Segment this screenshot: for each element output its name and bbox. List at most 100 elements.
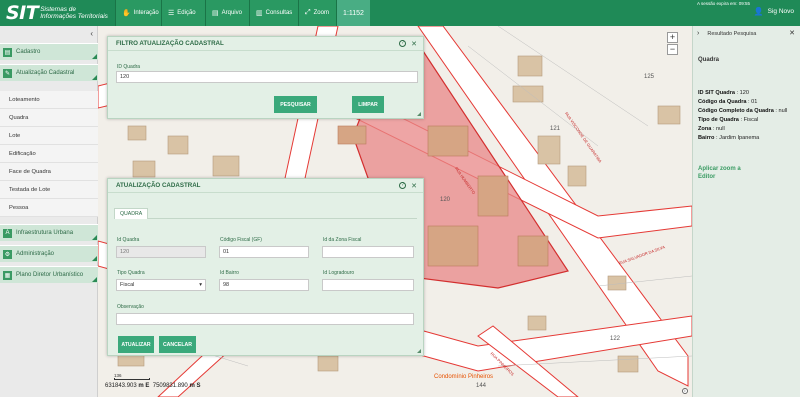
user-icon: 👤	[753, 7, 764, 16]
codigo-fiscal-label: Código Fiscal (GF)	[220, 237, 262, 243]
cancelar-button[interactable]: CANCELAR	[159, 336, 196, 353]
id-bairro-label: Id Bairro	[220, 270, 239, 276]
zoom-in-button[interactable]: +	[667, 32, 678, 43]
scale-bar: 136	[114, 373, 150, 380]
id-quadra-label: ID Quadra	[117, 64, 141, 70]
resize-handle[interactable]	[417, 112, 421, 116]
sidebar-sub-face-quadra[interactable]: Face de Quadra	[0, 163, 98, 181]
zoom-out-button[interactable]: −	[667, 44, 678, 55]
tipo-quadra-select[interactable]: Fiscal ▾	[116, 279, 206, 291]
building-shape	[477, 175, 509, 217]
list-icon: ☰	[168, 10, 175, 17]
toolbar-interacao[interactable]: ✋ Interação	[115, 0, 161, 26]
zoom-editor-link[interactable]: Aplicar zoom a Editor	[698, 165, 758, 181]
building-shape	[212, 155, 240, 177]
atualizar-button[interactable]: ATUALIZAR	[118, 336, 154, 353]
building-shape	[132, 160, 156, 178]
toolbar-consultas[interactable]: ▥ Consultas	[249, 0, 298, 26]
result-row: ID SIT Quadra : 120	[698, 90, 750, 96]
map-label-125: 125	[644, 74, 655, 80]
sidebar-collapse-icon[interactable]: ‹	[90, 29, 93, 38]
sidebar-item-infra[interactable]: A Infraestrutura Urbana	[0, 224, 98, 241]
sidebar-sub-testada[interactable]: Testada de Lote	[0, 181, 98, 199]
limpar-button[interactable]: LIMPAR	[352, 96, 384, 113]
building-shape	[427, 125, 469, 157]
building-shape	[127, 125, 147, 141]
sidebar-item-cadastro[interactable]: ▤ Cadastro	[0, 43, 98, 60]
session-timer: A sessão expira em: 09:55	[696, 1, 750, 6]
building-shape	[167, 135, 189, 155]
building-icon: ▦	[3, 270, 12, 280]
filtro-title: FILTRO ATUALIZAÇÃO CADASTRAL	[108, 37, 423, 51]
logo-main: SIT	[6, 2, 39, 24]
result-row: Bairro : Jardim Ipanema	[698, 135, 760, 141]
sidebar-item-admin[interactable]: ⚙ Administração	[0, 245, 98, 262]
attribution-icon[interactable]: i	[682, 388, 688, 394]
result-panel: › Resultado Pesquisa ✕ Quadra ID SIT Qua…	[692, 26, 800, 397]
building-shape	[527, 315, 547, 331]
toolbar-arquivo[interactable]: ▤ Arquivo	[205, 0, 249, 26]
map-label-122: 122	[610, 336, 621, 342]
building-shape	[512, 85, 544, 103]
chevron-right-icon[interactable]: ›	[697, 30, 699, 37]
id-logradouro-label: Id Logradouro	[323, 270, 355, 276]
cadastro-icon: ▤	[3, 47, 12, 57]
id-quadra-field: 120	[116, 246, 206, 258]
sidebar-item-plano[interactable]: ▦ Plano Diretor Urbanístico	[0, 266, 98, 283]
building-shape	[317, 355, 339, 372]
sidebar-sub-pessoa[interactable]: Pessoa	[0, 199, 98, 217]
sidebar-sub-quadra[interactable]: Quadra	[0, 109, 98, 127]
atualizacao-title: ATUALIZAÇÃO CADASTRAL	[108, 179, 423, 193]
close-icon[interactable]: ✕	[411, 40, 417, 48]
chevron-down-icon: ▾	[199, 282, 202, 288]
filtro-panel: FILTRO ATUALIZAÇÃO CADASTRAL ? ✕ ID Quad…	[107, 36, 424, 119]
codigo-fiscal-field[interactable]: 01	[219, 246, 309, 258]
toolbar-edicao[interactable]: ☰ Edição	[161, 0, 205, 26]
resize-handle[interactable]	[417, 349, 421, 353]
id-zona-label: Id da Zona Fiscal	[323, 237, 362, 243]
id-zona-field[interactable]	[322, 246, 414, 258]
building-shape	[517, 55, 543, 77]
map-label-121: 121	[550, 126, 561, 132]
gear-icon: ⚙	[3, 249, 12, 259]
coordinate-readout: 631843.903 m E 7509831.890 m S	[105, 383, 201, 389]
top-bar: SIT Sistemas de Informações Territoriais…	[0, 0, 800, 26]
id-quadra-label: Id Quadra	[117, 237, 140, 243]
map-label-120: 120	[440, 197, 451, 203]
sidebar: ‹ ▤ Cadastro ✎ Atualização Cadastral Lotea…	[0, 26, 98, 397]
hand-icon: ✋	[122, 10, 131, 17]
pesquisar-button[interactable]: PESQUISAR	[274, 96, 317, 113]
sidebar-sub-loteamento[interactable]: Loteamento	[0, 91, 98, 109]
result-row: Código Completo da Quadra : null	[698, 108, 788, 114]
user-menu[interactable]: 👤 Sig Novo	[754, 7, 794, 16]
scale-display[interactable]: 1:1152	[336, 0, 370, 26]
road-icon: A	[3, 228, 12, 238]
building-shape	[517, 235, 549, 267]
building-shape	[337, 125, 367, 145]
id-bairro-field[interactable]: 98	[219, 279, 309, 291]
close-icon[interactable]: ✕	[789, 29, 795, 37]
building-shape	[657, 105, 681, 125]
result-row: Tipo de Quadra : Fiscal	[698, 117, 759, 123]
toolbar-zoom[interactable]: ⤢ Zoom	[298, 0, 336, 26]
close-icon[interactable]: ✕	[411, 182, 417, 190]
help-icon[interactable]: ?	[399, 40, 407, 47]
help-icon[interactable]: ?	[399, 182, 407, 189]
app-logo: SIT Sistemas de Informações Territoriais	[6, 2, 108, 24]
result-row: Código da Quadra : 01	[698, 99, 758, 105]
building-shape	[617, 355, 639, 373]
tab-quadra[interactable]: QUADRA	[114, 208, 149, 219]
file-icon: ▤	[212, 10, 219, 17]
result-header: › Resultado Pesquisa	[697, 30, 757, 37]
building-shape	[537, 135, 561, 165]
id-quadra-input[interactable]: 120	[116, 71, 418, 83]
sidebar-sub-lote[interactable]: Lote	[0, 127, 98, 145]
sidebar-sub-edificacao[interactable]: Edificação	[0, 145, 98, 163]
observacao-field[interactable]	[116, 313, 414, 325]
sidebar-item-atualizacao[interactable]: ✎ Atualização Cadastral	[0, 64, 98, 81]
map-label-condominio: Condomínio Pinheiros	[434, 374, 494, 380]
zoom-expand-icon: ⤢	[305, 9, 311, 16]
building-shape	[567, 165, 587, 187]
map-label-144: 144	[476, 383, 487, 389]
id-logradouro-field[interactable]	[322, 279, 414, 291]
